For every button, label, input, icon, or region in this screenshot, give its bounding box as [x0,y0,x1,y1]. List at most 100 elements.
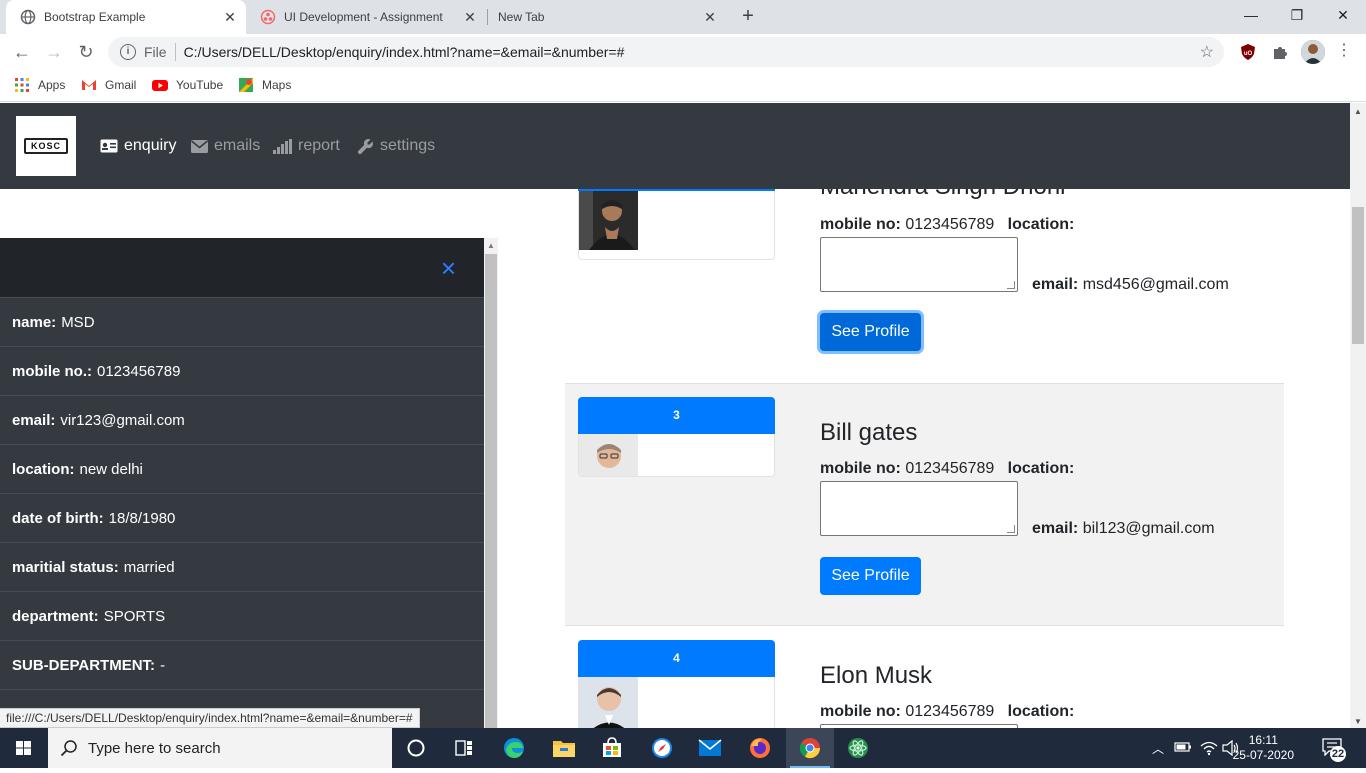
resize-grip-icon[interactable] [1007,525,1015,533]
tab-close-icon[interactable]: ✕ [702,9,718,25]
nav-emails[interactable]: emails [191,137,260,155]
location-label: location: [1007,460,1075,477]
scroll-down-arrow-icon[interactable]: ▼ [1354,717,1362,726]
windows-start-icon[interactable] [0,728,48,768]
profile-avatar[interactable] [1301,40,1325,64]
battery-icon[interactable] [1174,740,1192,759]
info-icon[interactable]: i [120,44,136,60]
back-arrow-icon[interactable]: ← [8,38,36,66]
chrome-icon[interactable] [786,728,834,768]
row-label: email: [12,411,56,429]
edge-icon[interactable] [490,728,538,768]
resize-grip-icon[interactable] [1007,281,1015,289]
location-label: location: [1007,216,1075,233]
taskbar-clock[interactable]: 16:11 25-07-2020 [1233,733,1294,763]
browser-toolbar: ← → ↻ i File C:/Users/DELL/Desktop/enqui… [0,34,1366,70]
tab-close-icon[interactable]: ✕ [222,9,238,25]
card-image-box [578,434,775,477]
nav-report[interactable]: report [273,137,340,155]
tab-label: Bootstrap Example [44,10,146,24]
mail-icon[interactable] [686,728,734,768]
bookmark-apps[interactable]: Apps [14,77,65,93]
row-label: mobile no.: [12,362,92,380]
restore-icon[interactable]: ❐ [1274,0,1320,30]
location-textarea[interactable] [820,481,1018,536]
sidebar-row-name: name: MSD [0,298,484,347]
bookmark-youtube[interactable]: YouTube [152,77,223,93]
browser-menu-icon[interactable]: ⋮ [1336,43,1352,63]
person-name: Bill gates [820,419,918,446]
row-value: married [123,558,175,576]
row-value: MSD [61,313,95,331]
clock-time: 16:11 [1248,733,1278,747]
logo-text: KOSC [23,138,68,154]
brand-logo[interactable]: KOSC [16,116,76,176]
mobile-label: mobile no: [820,460,901,477]
reload-icon[interactable]: ↻ [72,38,100,66]
extensions-puzzle-icon[interactable] [1270,42,1290,62]
page-scrollbar[interactable]: ▲ ▼ [1350,103,1366,728]
mobile-line: mobile no: 0123456789 location: [820,703,1074,721]
nav-enquiry[interactable]: enquiry [100,137,176,155]
person-photo [579,191,638,250]
minimize-icon[interactable]: — [1228,0,1274,30]
cortana-icon[interactable] [392,728,440,768]
sidebar-scrollbar[interactable]: ▲ [484,238,498,728]
search-icon [60,739,78,757]
nav-label: emails [214,137,261,154]
tray-chevron-up-icon[interactable]: ︿ [1152,740,1164,757]
browser-tab-strip: Bootstrap Example ✕ UI Development - Ass… [0,0,1366,34]
url-text[interactable]: C:/Users/DELL/Desktop/enquiry/index.html… [184,44,625,60]
bookmark-star-icon[interactable]: ☆ [1200,42,1214,62]
task-view-icon[interactable] [440,728,488,768]
scrollbar-thumb[interactable] [1352,207,1364,344]
firefox-icon[interactable] [736,728,784,768]
see-profile-button[interactable]: See Profile [820,313,921,351]
location-textarea[interactable] [820,237,1018,292]
nav-settings[interactable]: settings [357,137,435,155]
email-line: email: msd456@gmail.com [1032,276,1229,294]
status-url-bubble: file:///C:/Users/DELL/Desktop/enquiry/in… [0,708,420,728]
scroll-up-arrow-icon[interactable]: ▲ [1354,107,1362,116]
new-tab-plus-icon[interactable]: + [736,5,760,29]
mobile-line: mobile no: 0123456789 location: [820,216,1074,234]
tab-ui-development[interactable]: UI Development - Assignment ✕ [246,0,486,34]
forward-arrow-icon[interactable]: → [40,38,68,66]
file-explorer-icon[interactable] [540,728,588,768]
row-value: SPORTS [103,607,166,625]
window-close-icon[interactable]: ✕ [1320,0,1366,30]
wifi-icon[interactable] [1200,740,1218,761]
search-placeholder: Type here to search [88,739,221,757]
scrollbar-thumb[interactable] [485,254,497,728]
bookmark-maps[interactable]: Maps [238,77,291,93]
tab-close-icon[interactable]: ✕ [462,9,478,25]
row-value: new delhi [79,460,143,478]
safari-compass-icon[interactable] [638,728,686,768]
address-bar[interactable]: i File C:/Users/DELL/Desktop/enquiry/ind… [108,37,1224,67]
employee-card: 4 Elon Musk mobile no: 0123456789 locati… [565,627,1284,728]
sidebar-row-sub-department: SUB-DEPARTMENT: - [0,641,484,690]
ublock-icon[interactable]: uO [1238,42,1258,62]
id-card-icon [100,139,118,153]
notification-badge: 22 [1330,746,1346,762]
tab-new-tab[interactable]: New Tab ✕ [486,0,726,34]
store-icon[interactable] [588,728,636,768]
nav-label: enquiry [124,137,177,154]
card-image-box [578,191,775,260]
bookmark-gmail[interactable]: Gmail [81,77,136,93]
atom-icon[interactable] [834,728,882,768]
row-value: vir123@gmail.com [60,411,185,429]
notification-center-icon[interactable]: 22 [1322,738,1348,762]
taskbar-search-box[interactable]: Type here to search [48,728,392,768]
close-icon[interactable]: × [441,254,456,282]
row-label: department: [12,607,99,625]
tab-bootstrap-example[interactable]: Bootstrap Example ✕ [6,0,246,34]
mobile-label: mobile no: [820,703,901,720]
sidebar-row-mobile: mobile no.: 0123456789 [0,347,484,396]
email-label: email: [1032,520,1079,537]
sidebar-row-location: location: new delhi [0,445,484,494]
tab-label: UI Development - Assignment [284,10,443,24]
scroll-up-arrow-icon[interactable]: ▲ [487,241,495,250]
url-divider [174,43,176,61]
see-profile-button[interactable]: See Profile [820,557,921,595]
